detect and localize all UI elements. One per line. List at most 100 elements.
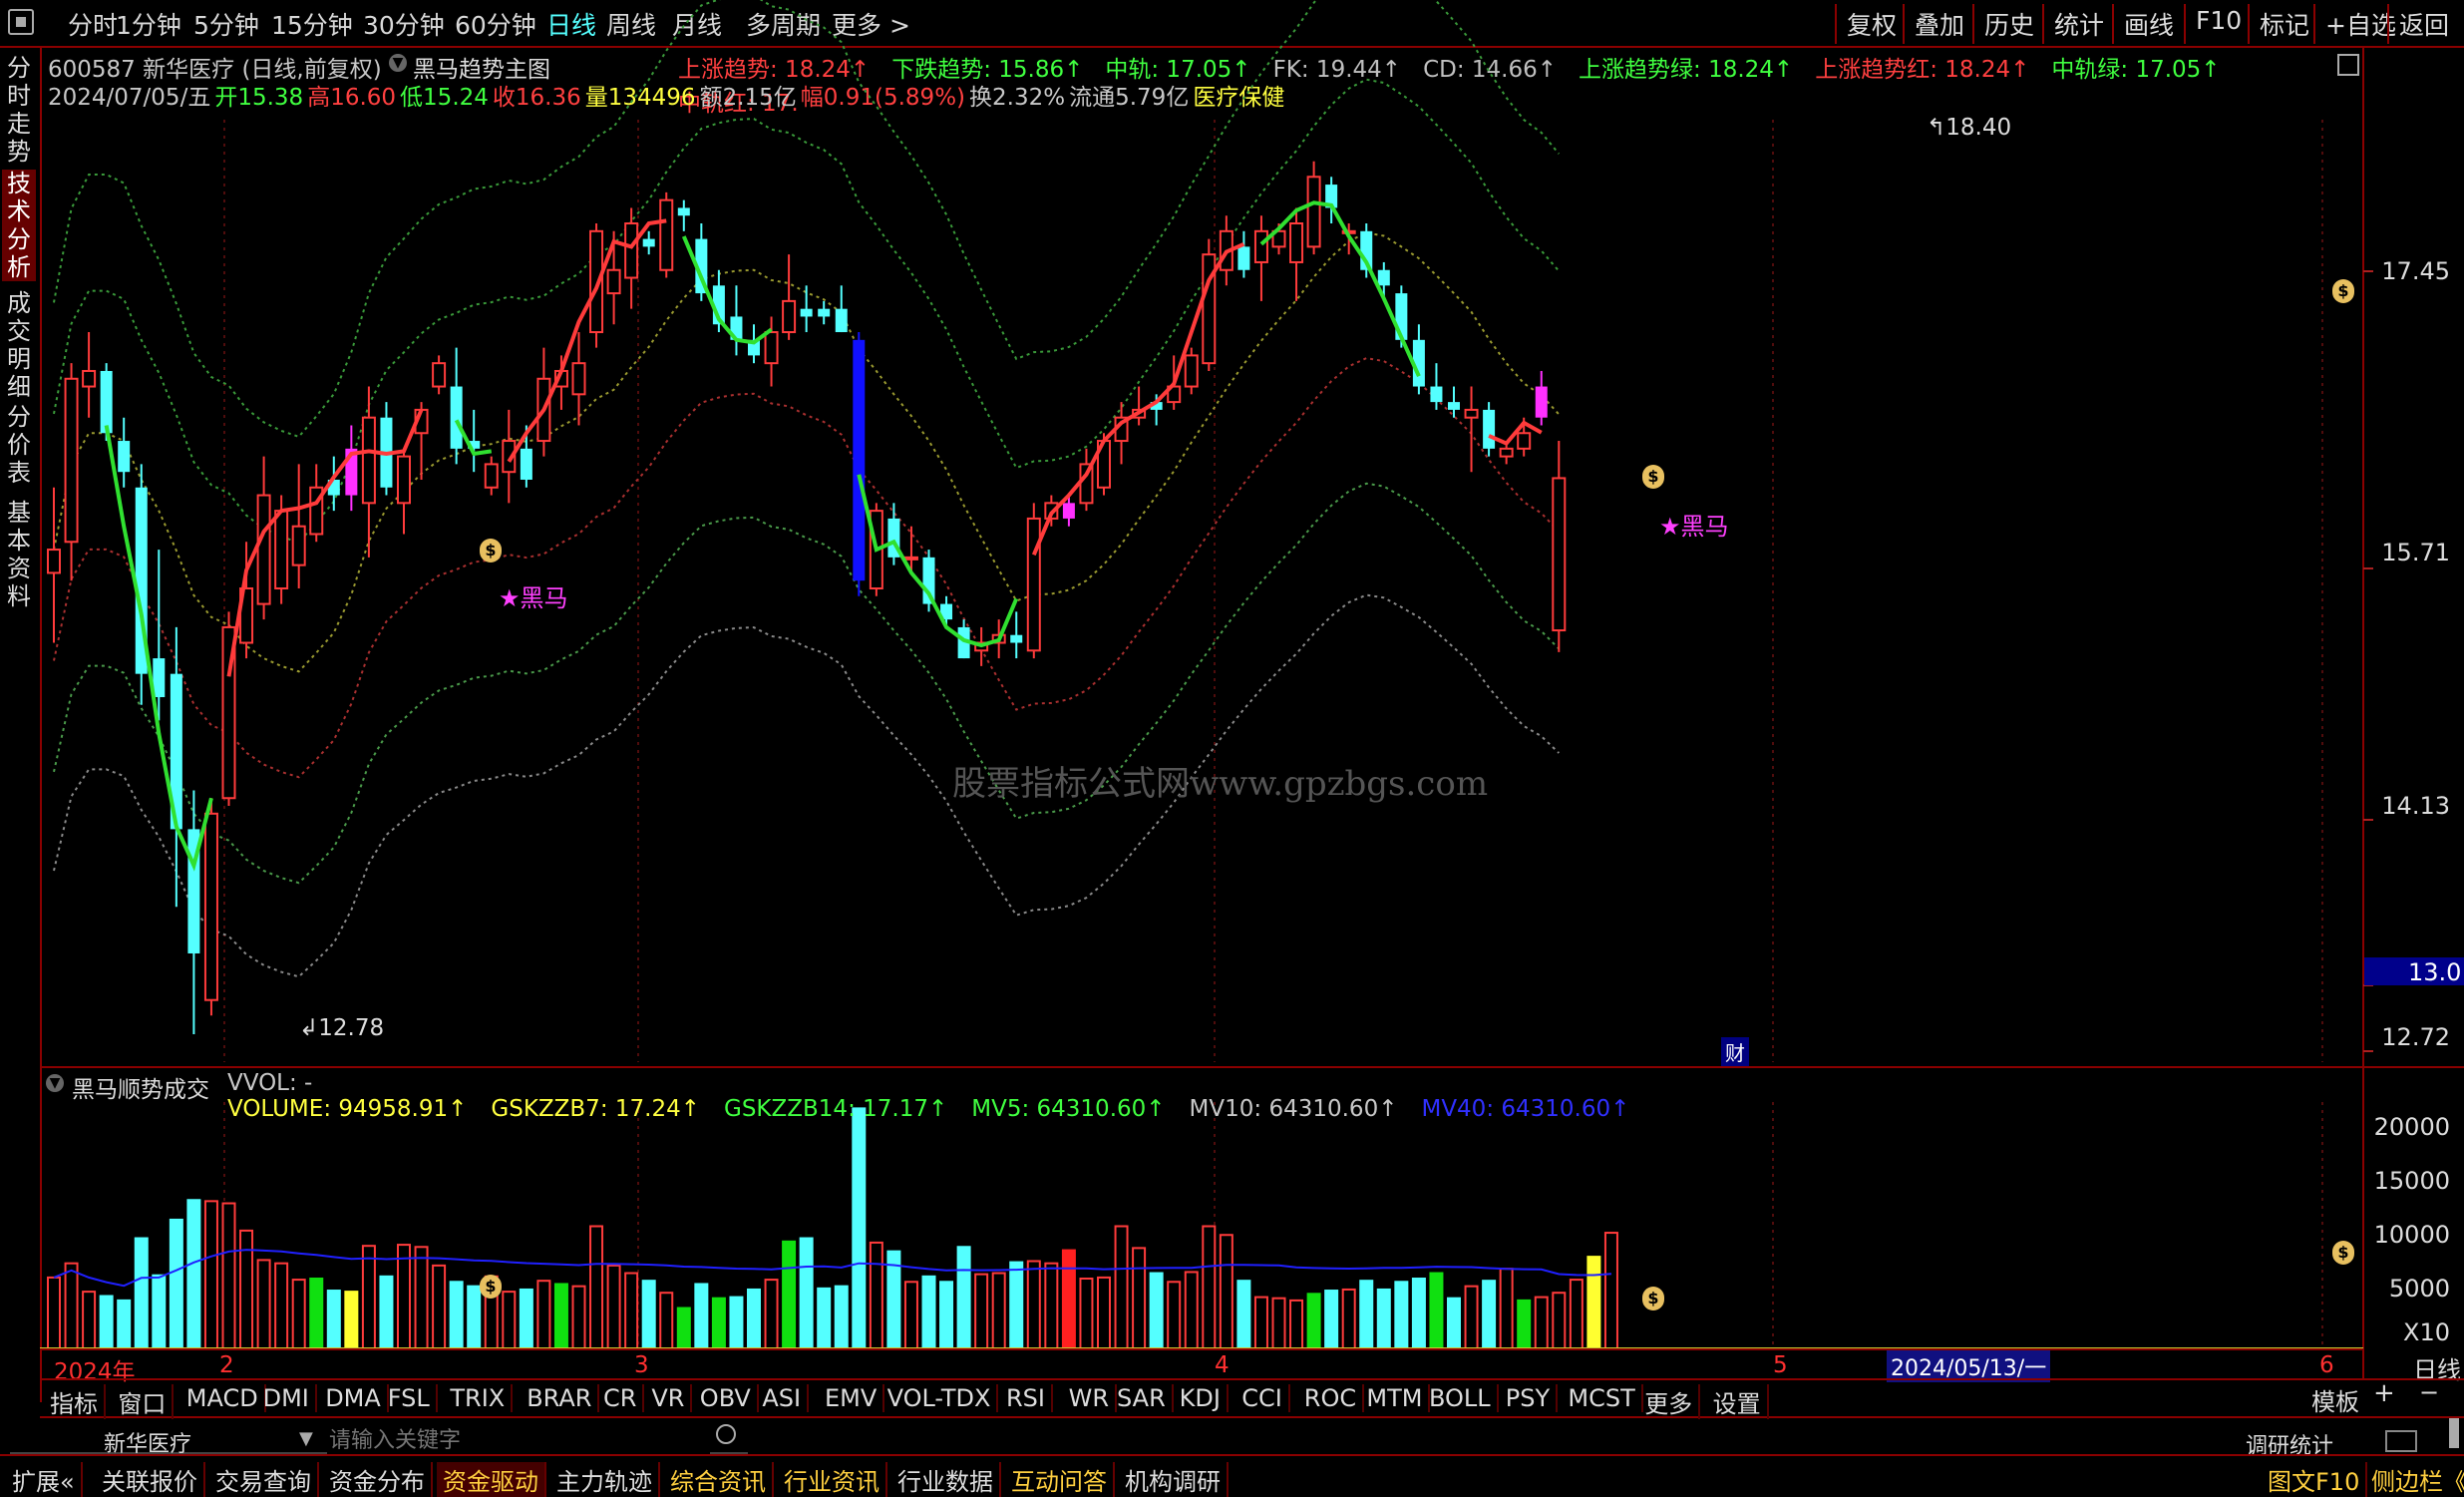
money-bag-icon: $ bbox=[1642, 465, 1664, 489]
candle-body bbox=[659, 198, 674, 271]
sidebar-toggle[interactable]: 侧边栏《 bbox=[2365, 1462, 2464, 1497]
money-bag-icon: $ bbox=[480, 1275, 502, 1299]
kline-chart[interactable] bbox=[0, 0, 2464, 1495]
finance-event-marker[interactable]: 财 bbox=[1721, 1037, 1749, 1066]
search-row: 新华医疗 ▼ bbox=[10, 1416, 748, 1457]
bottom-tab-3[interactable]: 资金分布 bbox=[323, 1462, 433, 1497]
indicator-tab-11[interactable]: ASI bbox=[756, 1384, 810, 1412]
indicator-tab-18[interactable]: CCI bbox=[1235, 1384, 1290, 1412]
chevron-down-icon[interactable]: ▼ bbox=[299, 1428, 313, 1449]
volume-bar bbox=[64, 1262, 79, 1349]
volume-bar bbox=[606, 1264, 621, 1349]
volume-bar bbox=[256, 1259, 271, 1349]
volume-bar bbox=[1289, 1299, 1304, 1349]
money-bag-icon: $ bbox=[2332, 1241, 2354, 1265]
volume-bar bbox=[589, 1225, 604, 1349]
volume-bar bbox=[414, 1246, 429, 1349]
price-axis-label: 12.72 bbox=[2381, 1023, 2450, 1051]
indicator-tab-16[interactable]: SAR bbox=[1111, 1384, 1174, 1412]
search-icon[interactable] bbox=[716, 1424, 736, 1444]
f10-button[interactable]: 图文F10 bbox=[2262, 1462, 2368, 1497]
volume-bar bbox=[834, 1285, 849, 1349]
bottom-tab-7[interactable]: 行业资讯 bbox=[778, 1462, 887, 1497]
indicator-tab-9[interactable]: VR bbox=[645, 1384, 693, 1412]
volume-bar bbox=[239, 1229, 254, 1349]
indicator-tab-6[interactable]: TRIX bbox=[444, 1384, 514, 1412]
volume-bar bbox=[1586, 1256, 1601, 1349]
candle-body bbox=[1430, 386, 1443, 403]
indicator-tab-20[interactable]: MTM bbox=[1360, 1384, 1431, 1412]
volume-bar bbox=[1429, 1272, 1444, 1349]
candle-body bbox=[571, 362, 586, 396]
search-input[interactable] bbox=[327, 1426, 710, 1454]
indicator-tab-8[interactable]: CR bbox=[597, 1384, 645, 1412]
candle-body bbox=[1377, 269, 1390, 286]
candle-body bbox=[1552, 477, 1567, 632]
indicator-tab-22[interactable]: PSY bbox=[1500, 1384, 1559, 1412]
indicator-tab-25[interactable]: 设置 bbox=[1707, 1384, 1769, 1419]
volume-bar bbox=[1341, 1288, 1356, 1349]
indicator-tab-21[interactable]: BOLL bbox=[1423, 1384, 1499, 1412]
volume-indicator-name[interactable]: 黑马顺势成交 bbox=[72, 1070, 209, 1104]
grid-view-icon[interactable] bbox=[2385, 1430, 2417, 1452]
indicator-tab-24[interactable]: 更多 bbox=[1638, 1384, 1701, 1419]
candle-body bbox=[100, 370, 113, 434]
volume-bar bbox=[1061, 1249, 1076, 1349]
indicator-tab-5[interactable]: FSL bbox=[382, 1384, 438, 1412]
volume-bar bbox=[152, 1274, 167, 1349]
bottom-tab-8[interactable]: 行业数据 bbox=[891, 1462, 1001, 1497]
bottom-tab-4[interactable]: 资金驱动 bbox=[437, 1462, 546, 1497]
volume-value-4: MV5: 64310.60↑ bbox=[971, 1096, 1166, 1122]
template-button[interactable]: 模板 bbox=[2311, 1382, 2359, 1417]
date-axis: 2024年 2 3 4 5 6 2024/05/13/一 bbox=[40, 1348, 2363, 1385]
bottom-tab-6[interactable]: 综合资讯 bbox=[664, 1462, 774, 1497]
volume-bar bbox=[449, 1281, 464, 1349]
candle-body bbox=[1184, 354, 1199, 388]
volume-bar bbox=[676, 1307, 691, 1349]
volume-bar bbox=[1253, 1296, 1268, 1349]
volume-bar bbox=[361, 1245, 376, 1349]
bottom-tab-1[interactable]: 关联报价 bbox=[96, 1462, 205, 1497]
bottom-tab-10[interactable]: 机构调研 bbox=[1119, 1462, 1229, 1497]
volume-bar bbox=[1184, 1271, 1199, 1349]
volume-axis-label: 15000 bbox=[2373, 1167, 2450, 1195]
indicator-tab-2[interactable]: MACD bbox=[180, 1384, 266, 1412]
trend-line-8 bbox=[1488, 420, 1543, 447]
candle-body bbox=[291, 525, 306, 566]
bottom-tab-2[interactable]: 交易查询 bbox=[209, 1462, 319, 1497]
minus-window-icon[interactable]: − bbox=[2419, 1378, 2439, 1406]
volume-bar bbox=[553, 1283, 568, 1349]
price-axis-label: 15.71 bbox=[2381, 539, 2450, 566]
indicator-tab-23[interactable]: MCST bbox=[1562, 1384, 1643, 1412]
volume-indicator-values: VVOL: -VOLUME: 94958.91↑ GSKZZB7: 17.24↑ G… bbox=[227, 1070, 1723, 1122]
indicator-tab-10[interactable]: OBV bbox=[694, 1384, 759, 1412]
high-price-label: ↰18.40 bbox=[1927, 115, 2012, 141]
indicator-tab-1[interactable]: 窗口 bbox=[112, 1384, 175, 1419]
indicator-tab-3[interactable]: DMI bbox=[257, 1384, 317, 1412]
trend-line-3 bbox=[507, 218, 667, 463]
volume-dropdown-icon[interactable]: ▼ bbox=[46, 1074, 64, 1092]
scrollbar[interactable] bbox=[2449, 1418, 2459, 1448]
indicator-tab-7[interactable]: BRAR bbox=[521, 1384, 600, 1412]
date-axis-label: 6 bbox=[2319, 1352, 2334, 1378]
channel-band-0 bbox=[53, 0, 1561, 439]
bottom-tab-5[interactable]: 主力轨迹 bbox=[550, 1462, 660, 1497]
current-price-tag: 13.01 bbox=[2364, 957, 2464, 986]
indicator-tab-0[interactable]: 指标 bbox=[44, 1384, 106, 1419]
bottom-tab-0[interactable]: 扩展« bbox=[6, 1462, 83, 1497]
add-window-icon[interactable]: + bbox=[2373, 1378, 2395, 1408]
indicator-tab-13[interactable]: VOL-TDX bbox=[881, 1384, 999, 1412]
indicator-tab-15[interactable]: WR bbox=[1063, 1384, 1117, 1412]
bottom-tab-9[interactable]: 互动问答 bbox=[1005, 1462, 1115, 1497]
volume-bar bbox=[47, 1276, 61, 1349]
indicator-tab-12[interactable]: EMV bbox=[819, 1384, 885, 1412]
candle-body bbox=[1026, 517, 1041, 652]
volume-bar bbox=[624, 1272, 639, 1349]
indicator-tab-14[interactable]: RSI bbox=[1000, 1384, 1053, 1412]
volume-bar bbox=[291, 1279, 306, 1349]
volume-bar bbox=[502, 1291, 517, 1349]
indicator-tab-19[interactable]: ROC bbox=[1298, 1384, 1365, 1412]
candle-body bbox=[642, 238, 655, 247]
indicator-tab-4[interactable]: DMA bbox=[319, 1384, 389, 1412]
indicator-tab-17[interactable]: KDJ bbox=[1174, 1384, 1229, 1412]
